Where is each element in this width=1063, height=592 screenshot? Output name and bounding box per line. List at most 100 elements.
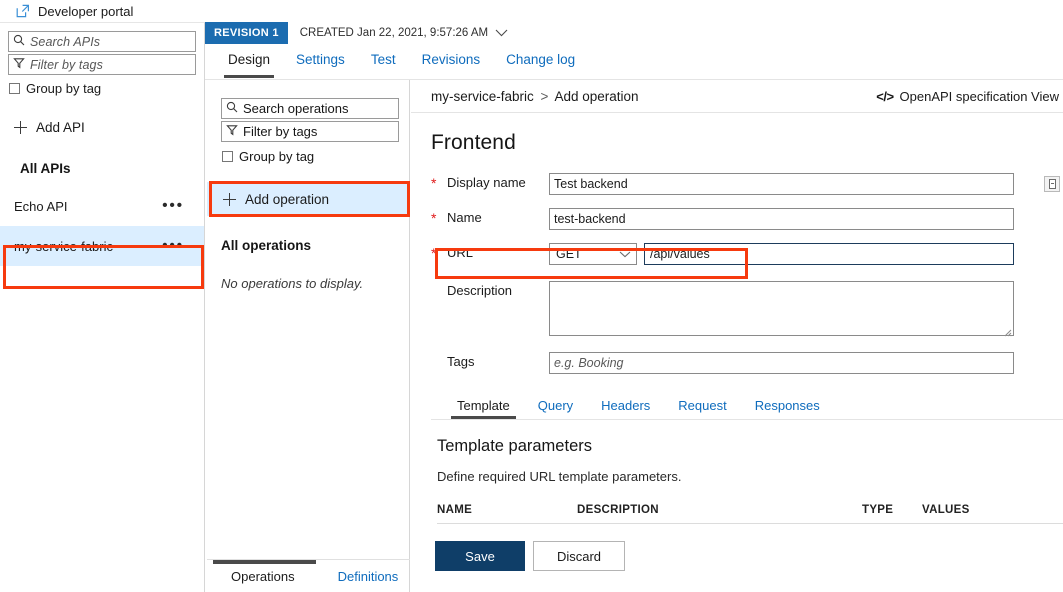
table-header-row: NAME DESCRIPTION TYPE VALUES [437, 504, 1063, 523]
page-title: Frontend [431, 131, 1063, 155]
tags-input[interactable]: e.g. Booking [549, 352, 1014, 374]
name-input[interactable]: test-backend [549, 208, 1014, 230]
search-apis-input[interactable]: Search APIs [8, 31, 196, 52]
filter-icon [13, 57, 25, 72]
tab-test[interactable]: Test [358, 52, 409, 78]
chevron-down-icon [619, 247, 631, 261]
filter-icon [226, 124, 238, 139]
openapi-specification-view-button[interactable]: </> OpenAPI specification View [876, 89, 1063, 104]
breadcrumb-page: Add operation [554, 89, 638, 104]
tab-design[interactable]: Design [215, 52, 283, 78]
all-apis-header: All APIs [20, 161, 204, 176]
field-url: * URL GET /api/values [431, 243, 1063, 265]
operations-group-by-tag-label: Group by tag [239, 149, 314, 164]
revision-badge: REVISION 1 [205, 22, 288, 44]
breadcrumb-row: my-service-fabric > Add operation </> Op… [411, 80, 1063, 113]
field-name: * Name test-backend [431, 208, 1063, 230]
plus-icon [223, 193, 236, 206]
operations-group-by-tag-checkbox[interactable]: Group by tag [222, 149, 409, 164]
tags-placeholder: e.g. Booking [554, 356, 624, 370]
operations-bottom-tabs: Operations Definitions [207, 559, 410, 592]
checkbox-box [222, 151, 233, 162]
required-asterisk: * [431, 173, 441, 193]
required-asterisk: * [431, 208, 441, 228]
breadcrumb-separator: > [541, 89, 549, 104]
search-operations-placeholder: Search operations [243, 101, 349, 116]
http-method-select[interactable]: GET [549, 243, 637, 265]
filter-by-tags-placeholder: Filter by tags [30, 58, 103, 72]
discard-button[interactable]: Discard [533, 541, 625, 571]
developer-portal-label: Developer portal [38, 4, 133, 19]
breadcrumb: my-service-fabric > Add operation [431, 89, 639, 104]
tab-operations[interactable]: Operations [207, 560, 295, 592]
template-parameters-heading: Template parameters [437, 437, 1063, 456]
add-operation-label: Add operation [245, 192, 329, 207]
add-api-button[interactable]: Add API [14, 120, 204, 135]
subtab-request[interactable]: Request [664, 398, 740, 419]
required-asterisk: * [431, 243, 441, 263]
url-label: URL [441, 243, 549, 263]
plus-icon [14, 121, 27, 134]
column-header-values: VALUES [922, 504, 1002, 516]
external-link-icon [16, 4, 30, 18]
tab-settings[interactable]: Settings [283, 52, 358, 78]
no-asterisk [431, 352, 441, 372]
template-parameters-description: Define required URL template parameters. [437, 469, 1063, 484]
tags-label: Tags [441, 352, 549, 372]
field-glyph-icon [1049, 179, 1056, 189]
operation-detail-pane: my-service-fabric > Add operation </> Op… [411, 80, 1063, 592]
all-operations-header: All operations [221, 238, 409, 253]
search-icon [226, 101, 238, 116]
url-path-value: /api/values [650, 247, 710, 261]
no-asterisk [431, 281, 441, 301]
resize-handle-icon[interactable] [1003, 325, 1012, 334]
revision-created[interactable]: CREATED Jan 22, 2021, 9:57:26 AM [288, 22, 508, 44]
field-description: Description [431, 281, 1063, 336]
subtab-query[interactable]: Query [524, 398, 587, 419]
revision-bar: REVISION 1 CREATED Jan 22, 2021, 9:57:26… [205, 22, 1063, 44]
breadcrumb-api[interactable]: my-service-fabric [431, 89, 534, 104]
name-value: test-backend [554, 212, 626, 226]
table-divider [437, 523, 1063, 524]
subtab-template[interactable]: Template [443, 398, 524, 419]
checkbox-box [9, 83, 20, 94]
subtab-headers[interactable]: Headers [587, 398, 664, 419]
sub-tabs-divider [431, 419, 1063, 420]
display-name-field-button[interactable] [1044, 176, 1060, 192]
search-apis-placeholder: Search APIs [30, 35, 100, 49]
form-actions: Save Discard [435, 541, 1063, 571]
description-label: Description [441, 281, 549, 301]
sidebar-item-my-service-fabric[interactable]: my-service-fabric ••• [0, 226, 204, 266]
subtab-responses[interactable]: Responses [741, 398, 834, 419]
display-name-input[interactable]: Test backend [549, 173, 1014, 195]
display-name-value: Test backend [554, 177, 628, 191]
operations-panel: Search operations Filter by tags Group b… [207, 80, 410, 592]
tab-revisions[interactable]: Revisions [409, 52, 494, 78]
context-menu-icon[interactable]: ••• [162, 243, 184, 249]
name-label: Name [441, 208, 549, 228]
developer-portal-link[interactable]: Developer portal [0, 0, 205, 22]
add-api-label: Add API [36, 120, 85, 135]
operations-filter-placeholder: Filter by tags [243, 124, 317, 139]
api-name: my-service-fabric [14, 239, 113, 254]
operations-filter-by-tags-input[interactable]: Filter by tags [221, 121, 399, 142]
sidebar-item-echo-api[interactable]: Echo API ••• [0, 186, 204, 226]
display-name-label: Display name [441, 173, 549, 193]
tab-definitions[interactable]: Definitions [295, 560, 399, 592]
tab-change-log[interactable]: Change log [493, 52, 588, 78]
group-by-tag-checkbox[interactable]: Group by tag [9, 81, 204, 96]
filter-by-tags-input[interactable]: Filter by tags [8, 54, 196, 75]
url-path-input[interactable]: /api/values [644, 243, 1014, 265]
search-operations-input[interactable]: Search operations [221, 98, 399, 119]
http-method-value: GET [556, 247, 582, 261]
save-button[interactable]: Save [435, 541, 525, 571]
api-sidebar: Search APIs Filter by tags Group by tag … [0, 22, 205, 592]
column-header-type: TYPE [862, 504, 922, 516]
openapi-view-label: OpenAPI specification View [900, 89, 1059, 104]
add-operation-button[interactable]: Add operation [207, 182, 409, 216]
frontend-form: Frontend * Display name Test backend [411, 113, 1063, 571]
column-header-description: DESCRIPTION [577, 504, 862, 516]
context-menu-icon[interactable]: ••• [162, 203, 184, 209]
app-window: Developer portal Search APIs Filter by t… [0, 0, 1063, 592]
description-textarea[interactable] [549, 281, 1014, 336]
